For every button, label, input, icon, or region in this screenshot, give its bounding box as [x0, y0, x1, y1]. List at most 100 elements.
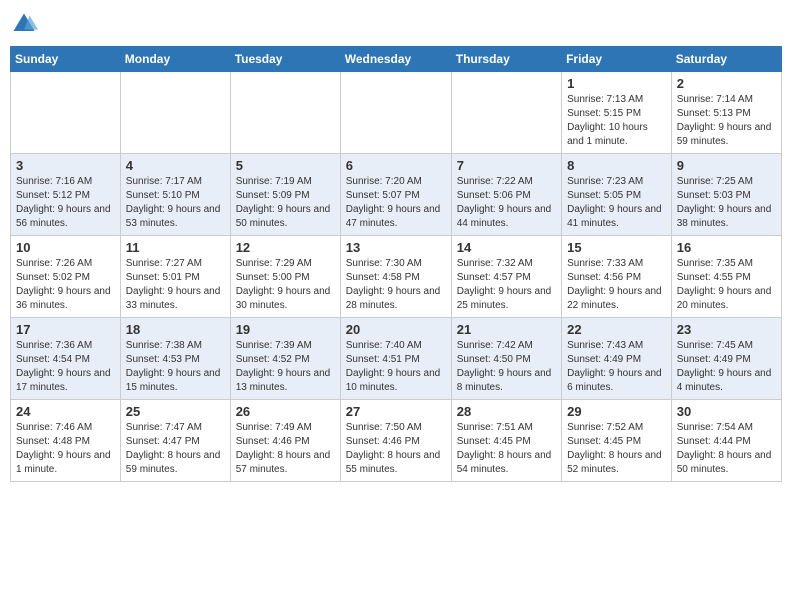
day-info: Sunrise: 7:33 AM Sunset: 4:56 PM Dayligh… — [567, 257, 666, 313]
calendar-week-row: 10 Sunrise: 7:26 AM Sunset: 5:02 PM Dayli… — [11, 236, 782, 318]
weekday-header-row: SundayMondayTuesdayWednesdayThursdayFrid… — [11, 47, 782, 72]
day-number: 6 — [346, 158, 446, 173]
calendar-cell: 10 Sunrise: 7:26 AM Sunset: 5:02 PM Dayli… — [11, 236, 121, 318]
day-info: Sunrise: 7:20 AM Sunset: 5:07 PM Dayligh… — [346, 175, 446, 231]
calendar-cell: 18Sunrise: 7:38 AM Sunset: 4:53 PM Dayli… — [120, 318, 230, 400]
day-number: 29 — [567, 404, 666, 419]
day-number: 22 — [567, 322, 666, 337]
calendar-cell — [451, 72, 561, 154]
day-info: Sunrise: 7:40 AM Sunset: 4:51 PM Dayligh… — [346, 339, 446, 395]
calendar-cell — [11, 72, 121, 154]
day-info: Sunrise: 7:36 AM Sunset: 4:54 PM Dayligh… — [16, 339, 115, 395]
calendar-cell: 16 Sunrise: 7:35 AM Sunset: 4:55 PM Dayli… — [671, 236, 781, 318]
day-info: Sunrise: 7:39 AM Sunset: 4:52 PM Dayligh… — [236, 339, 335, 395]
calendar-cell: 5 Sunrise: 7:19 AM Sunset: 5:09 PM Daylig… — [230, 154, 340, 236]
day-info: Sunrise: 7:25 AM Sunset: 5:03 PM Dayligh… — [677, 175, 776, 231]
day-info: Sunrise: 7:17 AM Sunset: 5:10 PM Dayligh… — [126, 175, 225, 231]
day-info: Sunrise: 7:22 AM Sunset: 5:06 PM Dayligh… — [457, 175, 556, 231]
calendar-cell — [120, 72, 230, 154]
day-number: 3 — [16, 158, 115, 173]
day-info: Sunrise: 7:54 AM Sunset: 4:44 PM Dayligh… — [677, 421, 776, 477]
calendar-cell: 12 Sunrise: 7:29 AM Sunset: 5:00 PM Dayli… — [230, 236, 340, 318]
calendar-cell: 17 Sunrise: 7:36 AM Sunset: 4:54 PM Dayli… — [11, 318, 121, 400]
calendar-cell: 21 Sunrise: 7:42 AM Sunset: 4:50 PM Dayli… — [451, 318, 561, 400]
day-number: 16 — [677, 240, 776, 255]
calendar-cell: 7 Sunrise: 7:22 AM Sunset: 5:06 PM Daylig… — [451, 154, 561, 236]
day-info: Sunrise: 7:43 AM Sunset: 4:49 PM Dayligh… — [567, 339, 666, 395]
day-number: 26 — [236, 404, 335, 419]
day-number: 28 — [457, 404, 556, 419]
weekday-header-thursday: Thursday — [451, 47, 561, 72]
calendar-cell: 14 Sunrise: 7:32 AM Sunset: 4:57 PM Dayli… — [451, 236, 561, 318]
day-info: Sunrise: 7:30 AM Sunset: 4:58 PM Dayligh… — [346, 257, 446, 313]
calendar-week-row: 1Sunrise: 7:13 AM Sunset: 5:15 PM Daylig… — [11, 72, 782, 154]
day-info: Sunrise: 7:26 AM Sunset: 5:02 PM Dayligh… — [16, 257, 115, 313]
calendar-cell: 13Sunrise: 7:30 AM Sunset: 4:58 PM Dayli… — [340, 236, 451, 318]
calendar-week-row: 24 Sunrise: 7:46 AM Sunset: 4:48 PM Dayli… — [11, 400, 782, 482]
calendar-cell: 9 Sunrise: 7:25 AM Sunset: 5:03 PM Daylig… — [671, 154, 781, 236]
calendar-cell: 22 Sunrise: 7:43 AM Sunset: 4:49 PM Dayli… — [562, 318, 672, 400]
day-number: 2 — [677, 76, 776, 91]
calendar-cell: 2 Sunrise: 7:14 AM Sunset: 5:13 PM Daylig… — [671, 72, 781, 154]
day-number: 14 — [457, 240, 556, 255]
day-info: Sunrise: 7:47 AM Sunset: 4:47 PM Dayligh… — [126, 421, 225, 477]
calendar-cell: 23 Sunrise: 7:45 AM Sunset: 4:49 PM Dayli… — [671, 318, 781, 400]
logo — [10, 10, 42, 38]
calendar-cell: 6 Sunrise: 7:20 AM Sunset: 5:07 PM Daylig… — [340, 154, 451, 236]
day-number: 30 — [677, 404, 776, 419]
calendar-cell — [340, 72, 451, 154]
day-number: 12 — [236, 240, 335, 255]
calendar-cell: 27 Sunrise: 7:50 AM Sunset: 4:46 PM Dayli… — [340, 400, 451, 482]
day-info: Sunrise: 7:27 AM Sunset: 5:01 PM Dayligh… — [126, 257, 225, 313]
header — [10, 10, 782, 38]
calendar-cell: 30 Sunrise: 7:54 AM Sunset: 4:44 PM Dayli… — [671, 400, 781, 482]
day-number: 1 — [567, 76, 666, 91]
day-number: 10 — [16, 240, 115, 255]
day-number: 25 — [126, 404, 225, 419]
day-number: 9 — [677, 158, 776, 173]
day-info: Sunrise: 7:32 AM Sunset: 4:57 PM Dayligh… — [457, 257, 556, 313]
calendar-cell: 15 Sunrise: 7:33 AM Sunset: 4:56 PM Dayli… — [562, 236, 672, 318]
calendar-cell: 20 Sunrise: 7:40 AM Sunset: 4:51 PM Dayli… — [340, 318, 451, 400]
calendar-cell: 26 Sunrise: 7:49 AM Sunset: 4:46 PM Dayli… — [230, 400, 340, 482]
day-number: 18 — [126, 322, 225, 337]
weekday-header-sunday: Sunday — [11, 47, 121, 72]
calendar-week-row: 3 Sunrise: 7:16 AM Sunset: 5:12 PM Daylig… — [11, 154, 782, 236]
calendar-header: SundayMondayTuesdayWednesdayThursdayFrid… — [11, 47, 782, 72]
calendar-week-row: 17 Sunrise: 7:36 AM Sunset: 4:54 PM Dayli… — [11, 318, 782, 400]
day-info: Sunrise: 7:50 AM Sunset: 4:46 PM Dayligh… — [346, 421, 446, 477]
day-number: 20 — [346, 322, 446, 337]
calendar-cell — [230, 72, 340, 154]
day-info: Sunrise: 7:35 AM Sunset: 4:55 PM Dayligh… — [677, 257, 776, 313]
day-number: 23 — [677, 322, 776, 337]
calendar-table: SundayMondayTuesdayWednesdayThursdayFrid… — [10, 46, 782, 482]
weekday-header-monday: Monday — [120, 47, 230, 72]
day-number: 19 — [236, 322, 335, 337]
day-number: 17 — [16, 322, 115, 337]
day-info: Sunrise: 7:19 AM Sunset: 5:09 PM Dayligh… — [236, 175, 335, 231]
day-info: Sunrise: 7:49 AM Sunset: 4:46 PM Dayligh… — [236, 421, 335, 477]
day-info: Sunrise: 7:45 AM Sunset: 4:49 PM Dayligh… — [677, 339, 776, 395]
day-number: 11 — [126, 240, 225, 255]
day-info: Sunrise: 7:16 AM Sunset: 5:12 PM Dayligh… — [16, 175, 115, 231]
calendar-cell: 28Sunrise: 7:51 AM Sunset: 4:45 PM Dayli… — [451, 400, 561, 482]
day-info: Sunrise: 7:42 AM Sunset: 4:50 PM Dayligh… — [457, 339, 556, 395]
calendar-cell: 24 Sunrise: 7:46 AM Sunset: 4:48 PM Dayli… — [11, 400, 121, 482]
calendar-cell: 11 Sunrise: 7:27 AM Sunset: 5:01 PM Dayli… — [120, 236, 230, 318]
day-info: Sunrise: 7:14 AM Sunset: 5:13 PM Dayligh… — [677, 93, 776, 149]
calendar-body: 1Sunrise: 7:13 AM Sunset: 5:15 PM Daylig… — [11, 72, 782, 482]
day-info: Sunrise: 7:23 AM Sunset: 5:05 PM Dayligh… — [567, 175, 666, 231]
day-number: 7 — [457, 158, 556, 173]
day-number: 27 — [346, 404, 446, 419]
day-info: Sunrise: 7:52 AM Sunset: 4:45 PM Dayligh… — [567, 421, 666, 477]
day-info: Sunrise: 7:29 AM Sunset: 5:00 PM Dayligh… — [236, 257, 335, 313]
day-number: 21 — [457, 322, 556, 337]
day-number: 8 — [567, 158, 666, 173]
day-number: 24 — [16, 404, 115, 419]
calendar-cell: 25 Sunrise: 7:47 AM Sunset: 4:47 PM Dayli… — [120, 400, 230, 482]
day-info: Sunrise: 7:46 AM Sunset: 4:48 PM Dayligh… — [16, 421, 115, 477]
calendar-cell: 3 Sunrise: 7:16 AM Sunset: 5:12 PM Daylig… — [11, 154, 121, 236]
day-number: 15 — [567, 240, 666, 255]
day-number: 5 — [236, 158, 335, 173]
calendar-cell: 8 Sunrise: 7:23 AM Sunset: 5:05 PM Daylig… — [562, 154, 672, 236]
